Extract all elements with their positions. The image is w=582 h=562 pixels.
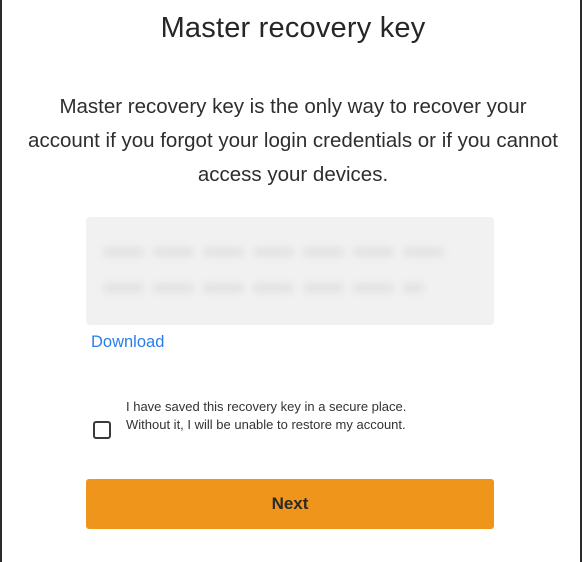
saved-key-checkbox-label: I have saved this recovery key in a secu… bbox=[126, 399, 407, 432]
saved-key-checkbox[interactable] bbox=[93, 421, 111, 439]
recovery-key-line: •••• •••• •••• •••• •••• •••• •••• bbox=[104, 245, 445, 262]
recovery-key-box[interactable]: •••• •••• •••• •••• •••• •••• •••• •••• … bbox=[86, 217, 494, 325]
dialog-description: Master recovery key is the only way to r… bbox=[28, 95, 558, 186]
dialog-frame: Master recovery key Master recovery key … bbox=[0, 0, 582, 562]
dialog-title: Master recovery key bbox=[160, 12, 426, 44]
next-button[interactable]: Next bbox=[86, 479, 494, 529]
download-link[interactable]: Download bbox=[91, 333, 164, 352]
recovery-key-line: •••• •••• •••• •••• •••• •••• •• bbox=[104, 281, 425, 298]
next-button-label: Next bbox=[271, 494, 309, 513]
